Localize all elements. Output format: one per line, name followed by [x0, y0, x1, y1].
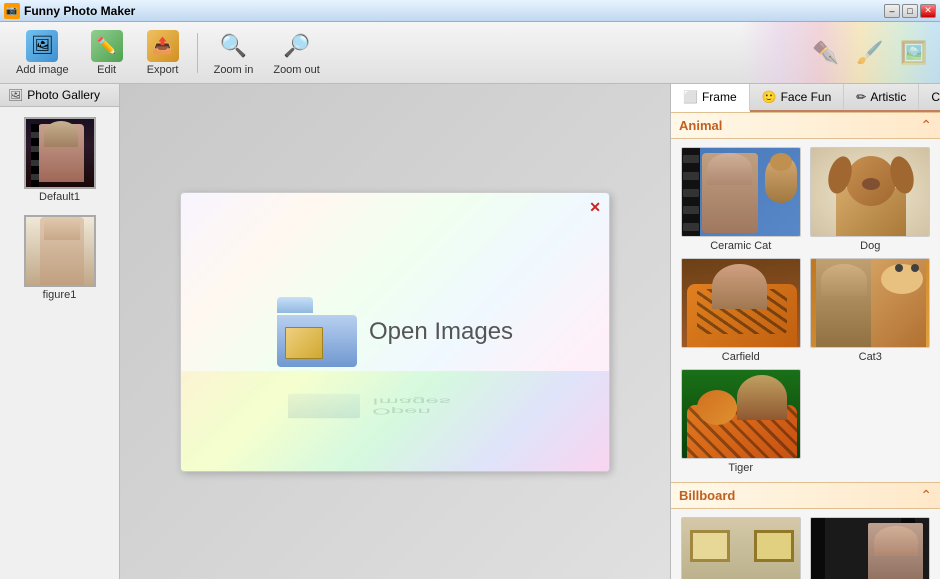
tab-artistic-label: Artistic: [870, 90, 906, 104]
add-image-icon: [26, 30, 58, 62]
zoom-out-icon: 🔍: [281, 30, 313, 62]
panel-content: Animal ⌃: [671, 112, 940, 579]
billboard-section-title: Billboard: [679, 488, 735, 503]
gallery-label-default1: Default1: [39, 191, 80, 203]
animal-section-header: Animal ⌃: [671, 112, 940, 139]
app-title: Funny Photo Maker: [24, 4, 135, 18]
frame-item-billboard2[interactable]: Billboard2: [809, 517, 933, 579]
zoom-out-button[interactable]: 🔍 Zoom out: [265, 26, 327, 80]
frame-item-billboard1[interactable]: Billboard1: [679, 517, 803, 579]
frame-item-carfield[interactable]: Carfield: [679, 258, 803, 363]
open-images-text: Open Images: [369, 318, 513, 346]
edit-label: Edit: [97, 64, 116, 76]
title-bar: 📷 Funny Photo Maker – □ ✕: [0, 0, 940, 22]
minimize-button[interactable]: –: [884, 4, 900, 18]
zoom-out-icon-visual: 🔍: [281, 30, 313, 62]
edit-icon-visual: [91, 30, 123, 62]
frame-item-ceramic-cat[interactable]: Ceramic Cat: [679, 147, 803, 252]
gallery-icon: 🖼: [8, 88, 23, 102]
billboard-collapse-button[interactable]: ⌃: [920, 487, 932, 504]
tab-more[interactable]: C...: [919, 84, 940, 110]
frame-label-tiger: Tiger: [728, 462, 753, 474]
tabs: ⬜ Frame 🙂 Face Fun ✏ Artistic C...: [671, 84, 940, 112]
frame-label-ceramic-cat: Ceramic Cat: [710, 240, 771, 252]
frame-thumb-billboard2: [810, 517, 930, 579]
close-button[interactable]: ✕: [920, 4, 936, 18]
zoom-out-label: Zoom out: [273, 64, 319, 76]
artistic-icon: ✏: [856, 90, 866, 104]
export-icon-visual: [147, 30, 179, 62]
billboard-frame-grid: Billboard1 Billboard2: [671, 509, 940, 579]
frame-item-dog[interactable]: Dog: [809, 147, 933, 252]
main-content: 🖼 Photo Gallery Default1: [0, 84, 940, 579]
tab-artistic[interactable]: ✏ Artistic: [844, 84, 919, 110]
toolbar: Add image Edit Export 🔍 Zoom in 🔍 Zoom o…: [0, 22, 940, 84]
folder-icon: [277, 297, 357, 367]
frame-thumb-billboard1: [681, 517, 801, 579]
gallery-item-default1[interactable]: Default1: [8, 115, 111, 205]
frame-thumb-carfield: [681, 258, 801, 348]
gallery-item-figure1[interactable]: figure1: [8, 213, 111, 303]
frame-label-cat3: Cat3: [859, 351, 882, 363]
frame-item-tiger[interactable]: Tiger: [679, 369, 803, 474]
add-image-label: Add image: [16, 64, 69, 76]
edit-icon: [91, 30, 123, 62]
gallery-label-figure1: figure1: [43, 289, 77, 301]
app-icon: 📷: [4, 3, 20, 19]
tab-frame-label: Frame: [702, 90, 737, 104]
pen-icon[interactable]: ✒️: [808, 35, 844, 71]
animal-frame-grid: Ceramic Cat Dog: [671, 139, 940, 482]
toolbar-separator-1: [197, 33, 198, 73]
folder-image-preview: [285, 327, 323, 359]
face-fun-icon: 🙂: [762, 90, 777, 104]
frame-item-cat3[interactable]: Cat3: [809, 258, 933, 363]
tab-face-fun-label: Face Fun: [781, 90, 832, 104]
gallery-thumb-figure1: [24, 215, 96, 287]
add-image-button[interactable]: Add image: [8, 26, 77, 80]
frame-thumb-tiger: [681, 369, 801, 459]
frame-label-dog: Dog: [860, 240, 880, 252]
frame-thumb-dog: [810, 147, 930, 237]
folder-tab: [277, 297, 313, 313]
open-images-panel: ✕ Open Images Open Images: [180, 192, 610, 472]
frame-thumb-ceramic-cat: [681, 147, 801, 237]
zoom-in-icon: 🔍: [217, 30, 249, 62]
add-image-icon-visual: [26, 30, 58, 62]
export-button[interactable]: Export: [137, 26, 189, 80]
tab-more-label: C...: [931, 90, 940, 104]
billboard-section-header: Billboard ⌃: [671, 482, 940, 509]
toolbar-right-icons: ✒️ 🖌️ 🖼️: [808, 35, 932, 71]
zoom-in-label: Zoom in: [214, 64, 254, 76]
export-icon: [147, 30, 179, 62]
reflection: Open Images: [288, 393, 502, 418]
frame-tab-icon: ⬜: [683, 90, 698, 104]
export-label: Export: [147, 64, 179, 76]
gallery-items: Default1 figure1: [0, 107, 119, 311]
zoom-in-button[interactable]: 🔍 Zoom in: [206, 26, 262, 80]
zoom-in-icon-visual: 🔍: [217, 30, 249, 62]
right-panel: ⬜ Frame 🙂 Face Fun ✏ Artistic C... Anima…: [670, 84, 940, 579]
tab-face-fun[interactable]: 🙂 Face Fun: [750, 84, 845, 110]
sidebar-header: 🖼 Photo Gallery: [0, 84, 119, 107]
animal-section-title: Animal: [679, 118, 722, 133]
edit-button[interactable]: Edit: [81, 26, 133, 80]
sidebar-title: Photo Gallery: [27, 88, 100, 102]
frame-label-carfield: Carfield: [722, 351, 760, 363]
photo-gallery-sidebar: 🖼 Photo Gallery Default1: [0, 84, 120, 579]
open-images-content[interactable]: Open Images: [277, 297, 513, 367]
photo-frame-icon[interactable]: 🖼️: [896, 35, 932, 71]
gallery-thumb-default1: [24, 117, 96, 189]
title-bar-left: 📷 Funny Photo Maker: [4, 3, 135, 19]
folder-body: [277, 315, 357, 367]
paint-icon[interactable]: 🖌️: [852, 35, 888, 71]
title-controls: – □ ✕: [884, 4, 936, 18]
animal-collapse-button[interactable]: ⌃: [920, 117, 932, 134]
tab-frame[interactable]: ⬜ Frame: [671, 84, 750, 112]
frame-thumb-cat3: [810, 258, 930, 348]
maximize-button[interactable]: □: [902, 4, 918, 18]
close-panel-button[interactable]: ✕: [589, 199, 601, 216]
canvas-area: ✕ Open Images Open Images: [120, 84, 670, 579]
